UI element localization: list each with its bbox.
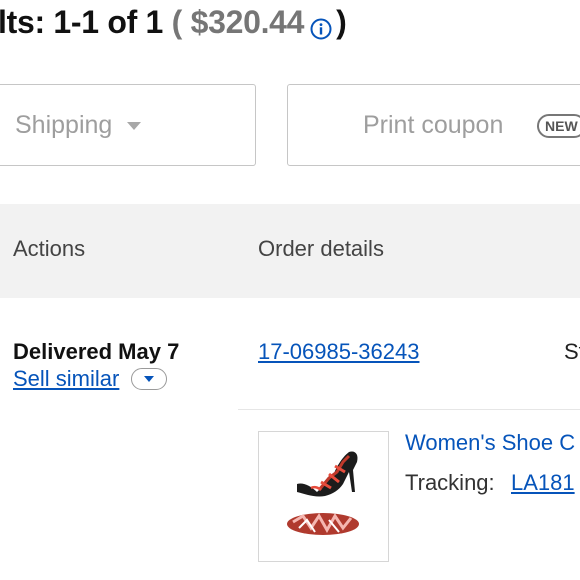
new-badge: NEW bbox=[537, 114, 580, 138]
total-close-paren: ) bbox=[336, 4, 347, 40]
chevron-down-icon bbox=[144, 376, 154, 382]
column-header-order-details: Order details bbox=[258, 236, 384, 261]
tracking-label: Tracking: bbox=[405, 470, 495, 495]
order-number-link[interactable]: 17-06985-36243 bbox=[258, 339, 419, 365]
column-header-actions: Actions bbox=[13, 236, 86, 261]
shipping-dropdown[interactable]: Shipping bbox=[0, 84, 256, 166]
results-count: lts: 1-1 of 1 bbox=[0, 4, 164, 40]
row-divider bbox=[238, 409, 580, 410]
caret-down-icon bbox=[127, 122, 141, 130]
print-coupon-button[interactable]: Print coupon NEW bbox=[287, 84, 580, 166]
status-column-text: St bbox=[564, 339, 580, 364]
item-thumbnail[interactable] bbox=[258, 431, 389, 562]
print-coupon-label: Print coupon bbox=[363, 111, 504, 139]
item-title-link[interactable]: Women's Shoe C bbox=[405, 430, 575, 456]
shipping-dropdown-label: Shipping bbox=[15, 111, 113, 139]
shoe-image bbox=[287, 451, 359, 535]
sell-similar-menu-button[interactable] bbox=[131, 368, 167, 390]
delivery-status: Delivered May 7 bbox=[13, 339, 180, 364]
tracking-number-link[interactable]: LA181 bbox=[511, 470, 575, 496]
info-icon[interactable] bbox=[310, 11, 332, 40]
total-open-paren: ( bbox=[171, 4, 183, 40]
sell-similar-link[interactable]: Sell similar bbox=[13, 366, 119, 392]
results-summary: lts: 1-1 of 1 ( $320.44 ) bbox=[0, 4, 347, 41]
orders-table-header: Actions Order details bbox=[0, 204, 580, 298]
results-total-amount: $320.44 bbox=[190, 4, 305, 40]
